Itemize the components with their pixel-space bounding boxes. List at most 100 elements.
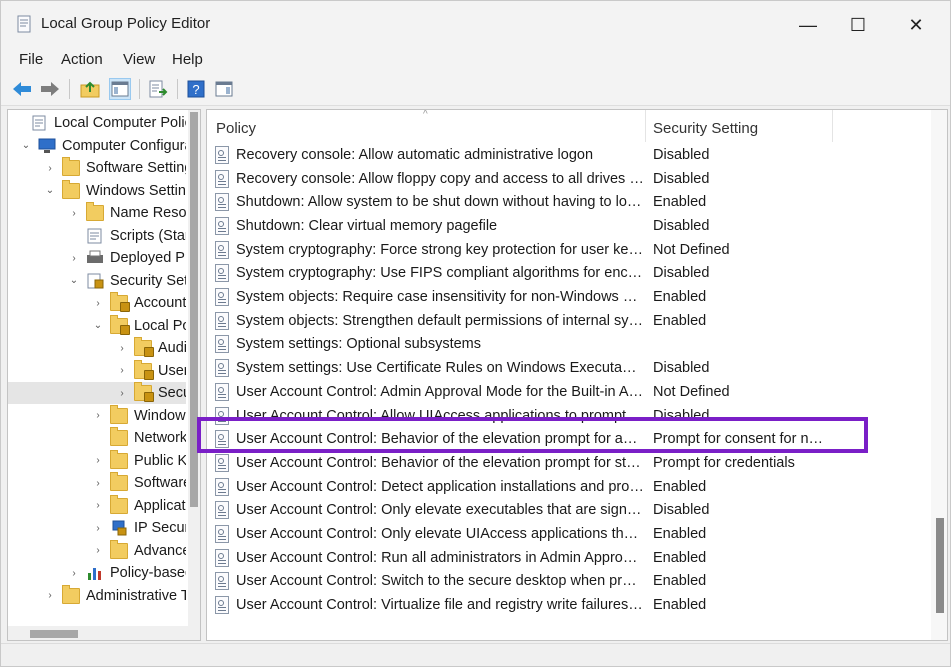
tree-item[interactable]: Scripts (Startup/Shutdown)	[8, 225, 186, 247]
menu-file[interactable]: File	[19, 51, 43, 68]
security-setting-value: Enabled	[653, 478, 707, 495]
tree-item[interactable]: Local Computer Policy	[8, 112, 186, 134]
policy-row[interactable]: User Account Control: Only elevate execu…	[207, 499, 929, 523]
chevron-right-icon[interactable]: ›	[116, 388, 128, 399]
column-header-policy[interactable]: Policy	[216, 120, 256, 137]
forward-button[interactable]	[39, 78, 61, 100]
chevron-right-icon[interactable]: ›	[92, 298, 104, 309]
tree-item[interactable]: › Administrative Templates	[8, 584, 186, 607]
tree-scroll-thumb[interactable]	[190, 112, 198, 507]
policy-row[interactable]: User Account Control: Behavior of the el…	[207, 451, 929, 475]
properties-pane-button[interactable]	[213, 78, 235, 100]
export-list-button[interactable]	[147, 78, 169, 100]
tree-item[interactable]: › Windows Defender Firewall	[8, 404, 186, 427]
chevron-right-icon[interactable]: ›	[68, 253, 80, 264]
policy-row[interactable]: Shutdown: Clear virtual memory pagefile D…	[207, 214, 929, 238]
chevron-right-icon[interactable]: ›	[44, 163, 56, 174]
tree-item[interactable]: › Name Resolution Policy	[8, 202, 186, 224]
chevron-right-icon[interactable]: ›	[44, 590, 56, 601]
tree-vertical-scrollbar[interactable]	[188, 110, 200, 640]
tree-item[interactable]: ⌄ Windows Settings	[8, 179, 186, 202]
tree-item[interactable]: › Security Options	[8, 382, 186, 404]
chevron-right-icon[interactable]: ›	[92, 410, 104, 421]
policy-list[interactable]: ^ Policy Security Setting Recovery conso…	[206, 109, 948, 641]
policy-row[interactable]: System settings: Use Certificate Rules o…	[207, 356, 929, 380]
tree-item[interactable]: › Account Policies	[8, 292, 186, 314]
title-bar[interactable]: Local Group Policy Editor — ☐ ✕	[1, 1, 950, 47]
policy-row[interactable]: System cryptography: Use FIPS compliant …	[207, 262, 929, 286]
chevron-down-icon[interactable]: ⌄	[20, 140, 32, 151]
back-button[interactable]	[11, 78, 33, 100]
security-setting-value: Enabled	[653, 194, 707, 211]
policy-row[interactable]: System cryptography: Force strong key pr…	[207, 238, 929, 262]
policy-row[interactable]: System objects: Strengthen default permi…	[207, 309, 929, 333]
policy-row[interactable]: User Account Control: Only elevate UIAcc…	[207, 522, 929, 546]
policy-row[interactable]: User Account Control: Virtualize file an…	[207, 593, 929, 617]
tree-item[interactable]: › Policy-based QoS	[8, 562, 186, 584]
minimize-button[interactable]: —	[788, 11, 828, 39]
locked-folder-icon	[134, 337, 154, 357]
tree-item[interactable]: › User Rights Assignment	[8, 359, 186, 382]
tree-item-label: Public Key Policies	[134, 452, 186, 469]
up-one-level-button[interactable]	[79, 78, 101, 100]
security-setting-value: Disabled	[653, 502, 710, 519]
tree-item[interactable]: › Software Settings	[8, 157, 186, 179]
policy-row[interactable]: User Account Control: Admin Approval Mod…	[207, 380, 929, 404]
tree-item[interactable]: › Advanced Audit Policy Configuration	[8, 539, 186, 562]
tree-item[interactable]: › Application Control Policies	[8, 494, 186, 517]
policy-row[interactable]: User Account Control: Switch to the secu…	[207, 570, 929, 594]
list-scroll-thumb[interactable]	[936, 518, 944, 613]
chevron-right-icon[interactable]: ›	[68, 568, 80, 579]
computer-icon	[38, 138, 56, 154]
show-hide-tree-icon	[111, 81, 129, 97]
list-vertical-scrollbar[interactable]	[931, 110, 947, 640]
policy-row[interactable]: System settings: Optional subsystems	[207, 333, 929, 357]
tree-item[interactable]: ⌄ Local Policies	[8, 314, 186, 337]
security-setting-value: Enabled	[653, 597, 707, 614]
policy-row[interactable]: User Account Control: Run all administra…	[207, 546, 929, 570]
chevron-down-icon[interactable]: ⌄	[92, 320, 104, 331]
show-hide-console-tree-button[interactable]	[109, 78, 131, 100]
tree-item[interactable]: › Deployed Printers	[8, 247, 186, 269]
chevron-right-icon[interactable]: ›	[116, 343, 128, 354]
chevron-right-icon[interactable]: ›	[116, 365, 128, 376]
close-button[interactable]: ✕	[896, 11, 936, 39]
chevron-down-icon[interactable]: ⌄	[44, 185, 56, 196]
tree-item[interactable]: ⌄ Computer Configuration	[8, 135, 186, 157]
tree-item[interactable]: › IP Security Policies on Local Computer	[8, 517, 186, 539]
policy-row[interactable]: Shutdown: Allow system to be shut down w…	[207, 190, 929, 214]
column-divider[interactable]	[832, 110, 833, 142]
security-setting-value: Prompt for consent for non-Windows binar…	[653, 431, 825, 448]
policy-row[interactable]: System objects: Require case insensitivi…	[207, 285, 929, 309]
chevron-right-icon[interactable]: ›	[92, 478, 104, 489]
policy-row[interactable]: Recovery console: Allow floppy copy and …	[207, 167, 929, 191]
menu-view[interactable]: View	[123, 51, 155, 68]
tree-item[interactable]: Network List Manager Policies	[8, 427, 186, 449]
tree-item-label: Administrative Templates	[86, 587, 186, 604]
tree-item[interactable]: ⌄ Security Settings	[8, 270, 186, 292]
tree-item[interactable]: › Audit Policy	[8, 337, 186, 359]
chevron-right-icon[interactable]: ›	[68, 208, 80, 219]
console-tree[interactable]: Local Computer Policy ⌄ Computer Configura…	[7, 109, 201, 641]
export-list-icon	[149, 80, 168, 98]
column-divider[interactable]	[645, 110, 646, 142]
tree-item[interactable]: › Software Restriction Policies	[8, 472, 186, 494]
tree-item[interactable]: › Public Key Policies	[8, 449, 186, 472]
chevron-down-icon[interactable]: ⌄	[68, 275, 80, 286]
menu-action[interactable]: Action	[61, 51, 103, 68]
tree-hscroll-thumb[interactable]	[30, 630, 78, 638]
chevron-right-icon[interactable]: ›	[92, 523, 104, 534]
folder-icon	[62, 584, 80, 604]
help-button[interactable]: ?	[185, 78, 207, 100]
column-header-security-setting[interactable]: Security Setting	[653, 120, 758, 137]
menu-help[interactable]: Help	[172, 51, 203, 68]
maximize-button[interactable]: ☐	[838, 11, 878, 39]
policy-row[interactable]: User Account Control: Behavior of the el…	[207, 427, 929, 451]
chevron-right-icon[interactable]: ›	[92, 455, 104, 466]
policy-row[interactable]: Recovery console: Allow automatic admini…	[207, 143, 929, 167]
policy-row[interactable]: User Account Control: Allow UIAccess app…	[207, 404, 929, 428]
chevron-right-icon[interactable]: ›	[92, 545, 104, 556]
policy-row[interactable]: User Account Control: Detect application…	[207, 475, 929, 499]
tree-horizontal-scrollbar[interactable]	[8, 626, 200, 640]
chevron-right-icon[interactable]: ›	[92, 500, 104, 511]
